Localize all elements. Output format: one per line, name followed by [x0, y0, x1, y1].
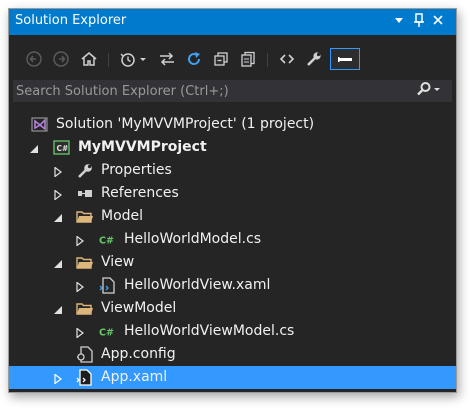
search-input[interactable]	[13, 80, 406, 102]
dropdown-arrow-icon	[432, 81, 442, 101]
folder-open-icon	[76, 254, 94, 271]
references-icon	[76, 185, 94, 202]
refresh-icon[interactable]	[183, 48, 205, 70]
properties-icon[interactable]	[303, 48, 325, 70]
view-code-icon[interactable]	[276, 48, 298, 70]
title-bar: Solution Explorer	[9, 9, 456, 35]
tree-item-app-config[interactable]: App.config	[9, 343, 456, 366]
svg-text:C#: C#	[57, 144, 69, 153]
collapse-icon[interactable]	[29, 142, 39, 153]
tree-item-project[interactable]: C# MyMVVMProject	[9, 136, 456, 159]
xaml-file-icon	[76, 369, 94, 386]
collapse-icon[interactable]	[53, 257, 63, 268]
expand-icon[interactable]	[53, 372, 63, 385]
tree-item-view-folder[interactable]: View	[9, 251, 456, 274]
csharp-file-icon: C#	[99, 323, 117, 340]
history-icon[interactable]	[117, 48, 151, 70]
tree-item-label: HelloWorldViewModel.cs	[124, 323, 295, 339]
show-all-files-icon[interactable]	[237, 48, 259, 70]
panel-title: Solution Explorer	[15, 13, 127, 28]
expand-icon[interactable]	[75, 280, 85, 293]
tree-item-label: Model	[101, 208, 144, 224]
tree-item-label: App.config	[101, 346, 176, 362]
toolbar	[9, 44, 456, 74]
tree-item-model-file[interactable]: C# HelloWorldModel.cs	[9, 228, 456, 251]
tree-item-label: References	[101, 185, 179, 201]
dropdown-icon[interactable]	[390, 11, 408, 33]
csharp-project-icon: C#	[53, 139, 71, 156]
tree-item-label: HelloWorldModel.cs	[124, 231, 262, 247]
collapse-all-icon[interactable]	[210, 48, 232, 70]
tree-item-label: HelloWorldView.xaml	[124, 277, 271, 293]
expand-icon[interactable]	[53, 165, 63, 178]
toolbar-separator	[108, 53, 109, 67]
tree-item-solution[interactable]: Solution 'MyMVVMProject' (1 project)	[9, 113, 456, 136]
tree-item-app-xaml[interactable]: App.xaml	[9, 366, 456, 389]
tree-item-viewmodel-folder[interactable]: ViewModel	[9, 297, 456, 320]
collapse-icon[interactable]	[53, 211, 63, 222]
solution-icon	[31, 116, 49, 133]
pin-icon[interactable]	[410, 11, 428, 33]
tree-item-label: App.xaml	[101, 369, 168, 385]
sync-icon[interactable]	[156, 48, 178, 70]
back-icon[interactable]	[23, 48, 45, 70]
tree-item-properties[interactable]: Properties	[9, 159, 456, 182]
tree-item-model-folder[interactable]: Model	[9, 205, 456, 228]
expand-icon[interactable]	[75, 326, 85, 339]
search-icon	[416, 81, 432, 101]
forward-icon[interactable]	[50, 48, 72, 70]
tree-item-viewmodel-file[interactable]: C# HelloWorldViewModel.cs	[9, 320, 456, 343]
config-file-icon	[76, 346, 94, 363]
svg-text:C#: C#	[99, 236, 114, 247]
tree-item-view-file[interactable]: HelloWorldView.xaml	[9, 274, 456, 297]
close-icon[interactable]	[429, 11, 447, 33]
home-icon[interactable]	[78, 48, 100, 70]
toolbar-separator	[267, 53, 268, 67]
tree-item-label: Solution 'MyMVVMProject' (1 project)	[56, 116, 315, 132]
collapse-icon[interactable]	[53, 303, 63, 314]
search-box	[13, 80, 452, 102]
expand-icon[interactable]	[53, 188, 63, 201]
wrench-icon	[76, 162, 94, 179]
solution-explorer-panel: Solution Explorer Search Solution Explor…	[8, 8, 457, 393]
tree-item-references[interactable]: References	[9, 182, 456, 205]
xaml-file-icon	[99, 277, 117, 294]
folder-open-icon	[76, 300, 94, 317]
tree-item-label: ViewModel	[101, 300, 177, 316]
preview-icon[interactable]	[330, 48, 360, 70]
folder-open-icon	[76, 208, 94, 225]
csharp-file-icon: C#	[99, 231, 117, 248]
expand-icon[interactable]	[75, 234, 85, 247]
tree-item-label: Properties	[101, 162, 172, 178]
tree-item-label: MyMVVMProject	[78, 139, 207, 155]
tree-item-label: View	[101, 254, 135, 270]
svg-text:C#: C#	[99, 328, 114, 339]
search-options[interactable]	[416, 82, 446, 100]
